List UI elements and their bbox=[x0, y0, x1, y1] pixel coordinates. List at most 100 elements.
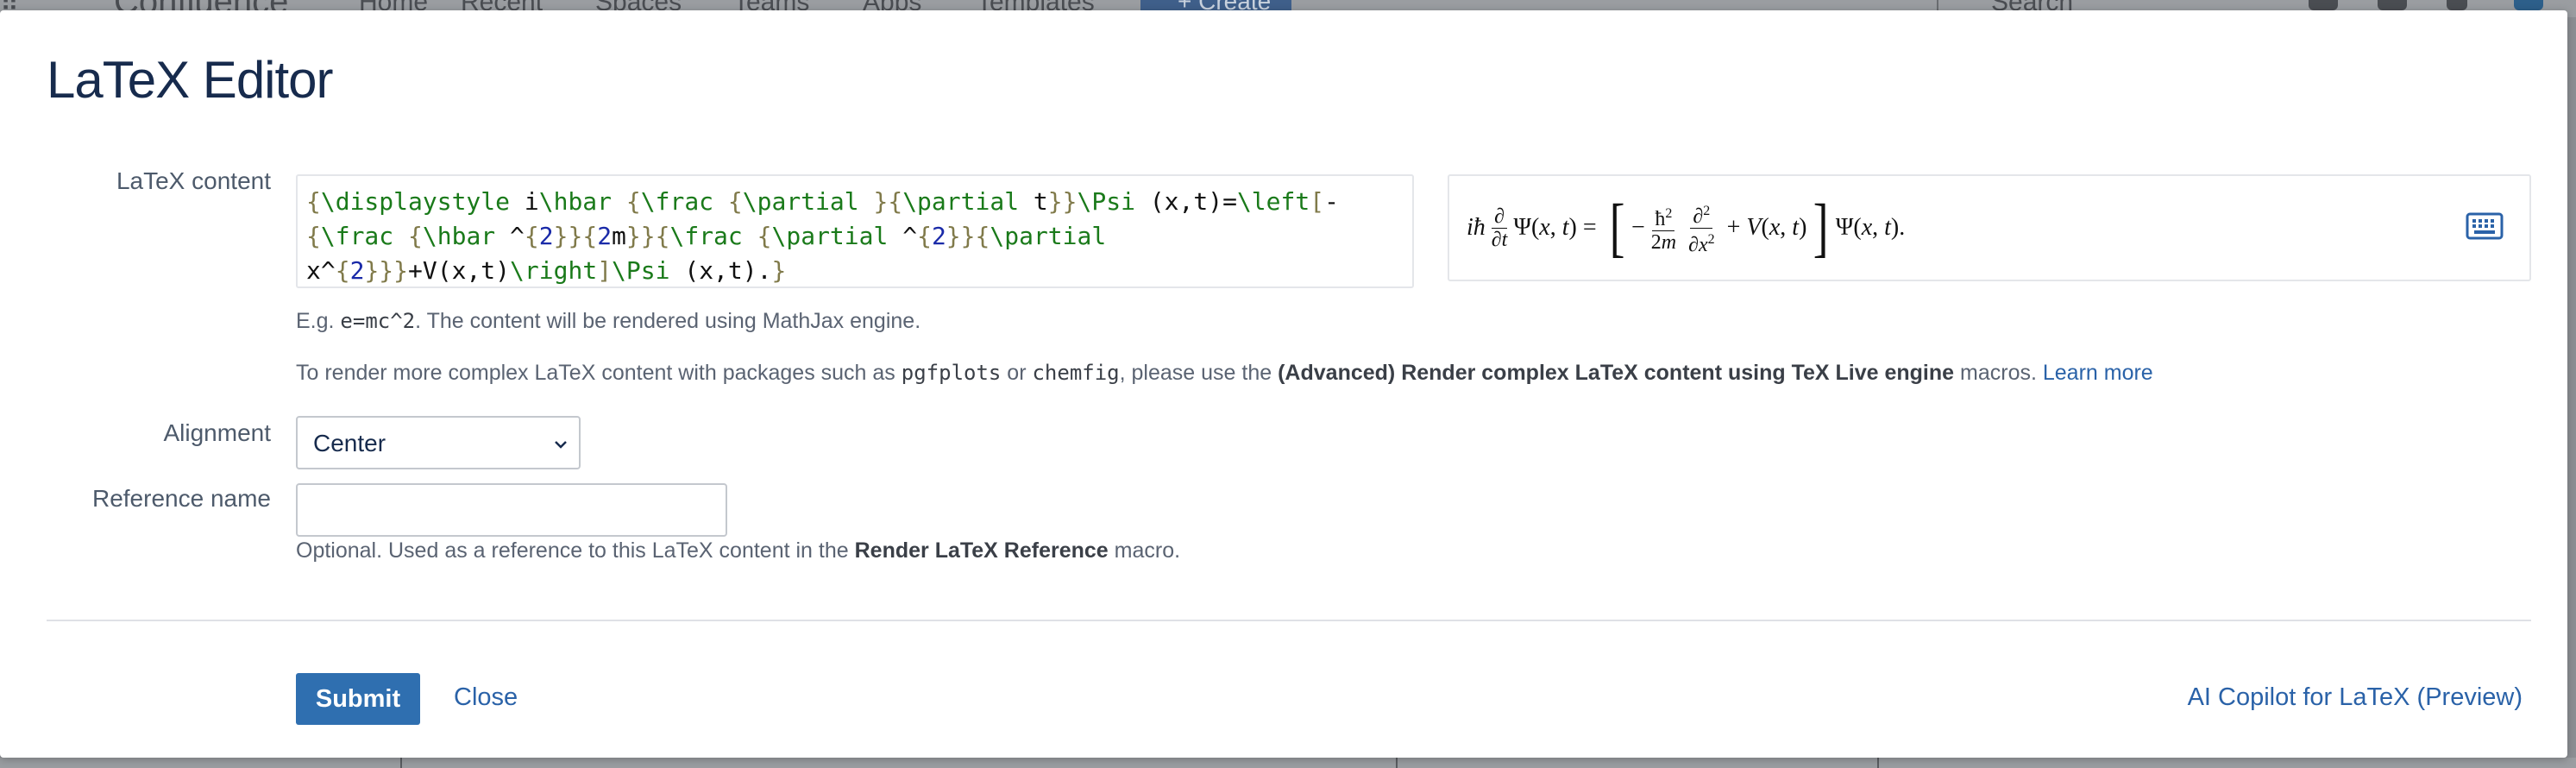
latex-brace-token: } bbox=[364, 256, 380, 285]
latex-brace-token: } bbox=[568, 222, 583, 250]
latex-command-token: \frac bbox=[640, 187, 714, 216]
package-chemfig: chemfig bbox=[1032, 361, 1120, 385]
rendered-equation: iħ ∂ ∂t Ψ(x, t) = [ − ħ2 2m ∂2 ∂x2 + V(x, t… bbox=[1467, 192, 1906, 264]
chevron-down-icon bbox=[551, 435, 570, 458]
latex-command-token: \partial bbox=[902, 187, 1020, 216]
latex-brace-token: } bbox=[553, 222, 569, 250]
latex-brace-token: { bbox=[582, 222, 598, 250]
complex-or: or bbox=[1001, 361, 1033, 385]
complex-content-help-text: To render more complex LaTeX content wit… bbox=[296, 361, 2153, 386]
keyboard-icon[interactable] bbox=[2466, 212, 2504, 244]
latex-text-token: x^ bbox=[306, 256, 336, 285]
complex-prefix: To render more complex LaTeX content wit… bbox=[296, 361, 902, 385]
latex-command-token: \partial bbox=[742, 187, 859, 216]
latex-text-token: m bbox=[612, 222, 626, 250]
latex-brace-token: } bbox=[379, 256, 394, 285]
latex-command-token: \displaystyle bbox=[320, 187, 511, 216]
latex-command-token: \partial bbox=[771, 222, 889, 250]
footer-divider bbox=[47, 620, 2531, 621]
alignment-selected-value: Center bbox=[313, 430, 386, 456]
latex-brace-token: } bbox=[946, 222, 961, 250]
reference-macro-name: Render LaTeX Reference bbox=[854, 538, 1109, 563]
latex-content-editor[interactable]: {\displaystyle i\hbar {\frac {\partial }… bbox=[296, 174, 1414, 288]
latex-brace-token: { bbox=[888, 187, 903, 216]
latex-text-token: +V(x,t) bbox=[408, 256, 511, 285]
learn-more-link[interactable]: Learn more bbox=[2043, 361, 2153, 385]
latex-command-token: \right bbox=[510, 256, 598, 285]
latex-brace-token: { bbox=[727, 187, 743, 216]
example-help-text: E.g. e=mc^2. The content will be rendere… bbox=[296, 309, 920, 334]
latex-text-token bbox=[713, 187, 728, 216]
background-divider bbox=[1877, 758, 1879, 768]
ai-copilot-link[interactable]: AI Copilot for LaTeX (Preview) bbox=[2188, 683, 2523, 712]
latex-command-token: \Psi bbox=[1077, 187, 1135, 216]
latex-brace-token: ] bbox=[597, 256, 613, 285]
latex-brace-token: } bbox=[1062, 187, 1078, 216]
latex-command-token: \left bbox=[1236, 187, 1310, 216]
alignment-select[interactable]: Center bbox=[296, 416, 581, 469]
latex-text-token: (x,t). bbox=[669, 256, 772, 285]
latex-text-token bbox=[743, 222, 757, 250]
latex-command-token: \partial bbox=[990, 222, 1107, 250]
reference-name-label: Reference name bbox=[91, 485, 271, 512]
search-box bbox=[1937, 0, 2279, 10]
complex-suffix: macros. bbox=[1954, 361, 2043, 385]
latex-content-label: LaTeX content bbox=[116, 167, 271, 194]
latex-brace-token: } bbox=[873, 187, 889, 216]
latex-text-token: ^ bbox=[888, 222, 918, 250]
latex-brace-token: } bbox=[771, 256, 787, 285]
settings-icon bbox=[2447, 0, 2467, 10]
latex-number-token: 2 bbox=[538, 222, 554, 250]
avatar bbox=[2514, 0, 2543, 10]
latex-brace-token: { bbox=[917, 222, 932, 250]
latex-brace-token: } bbox=[640, 222, 656, 250]
latex-brace-token: { bbox=[524, 222, 539, 250]
example-suffix: . The content will be rendered using Mat… bbox=[415, 309, 921, 333]
complex-mid: , please use the bbox=[1119, 361, 1279, 385]
background-divider bbox=[1396, 758, 1398, 768]
latex-brace-token: } bbox=[1047, 187, 1063, 216]
latex-brace-token: } bbox=[393, 256, 409, 285]
dialog-title: LaTeX Editor bbox=[47, 51, 334, 109]
latex-brace-token: { bbox=[757, 222, 772, 250]
reference-help-text: Optional. Used as a reference to this La… bbox=[296, 538, 1180, 563]
latex-text-token: - bbox=[1324, 187, 1339, 216]
latex-brace-token: { bbox=[655, 222, 670, 250]
latex-brace-token: } bbox=[960, 222, 976, 250]
latex-text-token: i bbox=[510, 187, 539, 216]
latex-brace-token: { bbox=[306, 222, 321, 250]
help-icon bbox=[2378, 0, 2407, 10]
example-code: e=mc^2 bbox=[340, 309, 416, 333]
latex-text-token bbox=[612, 187, 626, 216]
latex-brace-token: [ bbox=[1310, 187, 1325, 216]
latex-brace-token: { bbox=[625, 187, 641, 216]
latex-brace-token: { bbox=[408, 222, 423, 250]
latex-text-token bbox=[393, 222, 408, 250]
latex-brace-token: { bbox=[306, 187, 321, 216]
latex-command-token: \frac bbox=[320, 222, 394, 250]
background-page bbox=[0, 758, 2576, 768]
notifications-icon bbox=[2309, 0, 2338, 10]
submit-button[interactable]: Submit bbox=[296, 673, 420, 725]
latex-number-token: 2 bbox=[349, 256, 365, 285]
close-button[interactable]: Close bbox=[454, 683, 518, 712]
latex-command-token: \hbar bbox=[422, 222, 496, 250]
background-divider bbox=[400, 758, 402, 768]
reference-help-suffix: macro. bbox=[1108, 538, 1181, 563]
reference-name-input[interactable] bbox=[296, 483, 727, 537]
latex-text-token: (x,t)= bbox=[1134, 187, 1237, 216]
latex-text-token: ^ bbox=[495, 222, 525, 250]
latex-preview: iħ ∂ ∂t Ψ(x, t) = [ − ħ2 2m ∂2 ∂x2 + V(x, t… bbox=[1448, 174, 2531, 281]
latex-text-token: t bbox=[1019, 187, 1048, 216]
advanced-macro-name: (Advanced) Render complex LaTeX content … bbox=[1278, 361, 1955, 385]
latex-number-token: 2 bbox=[931, 222, 946, 250]
example-prefix: E.g. bbox=[296, 309, 341, 333]
package-pgfplots: pgfplots bbox=[901, 361, 1002, 385]
latex-number-token: 2 bbox=[597, 222, 613, 250]
latex-command-token: \hbar bbox=[538, 187, 613, 216]
latex-brace-token: { bbox=[335, 256, 350, 285]
latex-brace-token: } bbox=[625, 222, 641, 250]
latex-text-token bbox=[859, 187, 874, 216]
reference-help-prefix: Optional. Used as a reference to this La… bbox=[296, 538, 855, 563]
latex-text-token bbox=[1106, 222, 1121, 250]
